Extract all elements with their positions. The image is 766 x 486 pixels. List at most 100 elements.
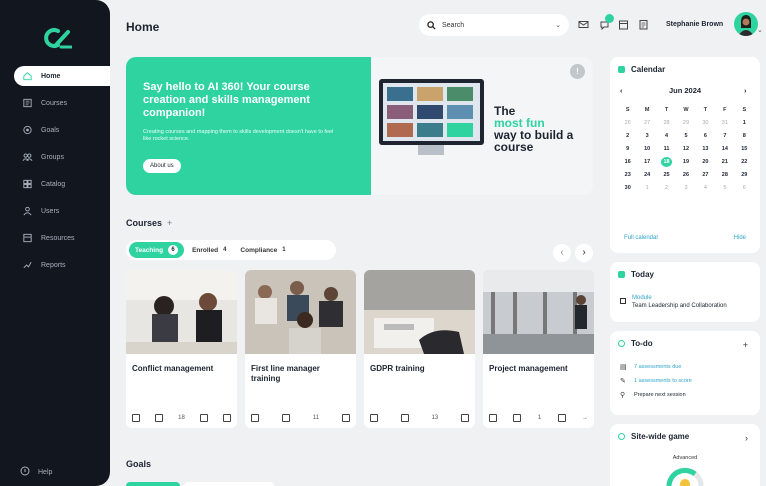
calendar-title: Calendar [618, 65, 665, 74]
card-stat-icon [132, 414, 140, 422]
monitor-illustration [379, 79, 484, 145]
clipboard-icon[interactable] [638, 19, 649, 30]
game-chevron-icon[interactable]: › [745, 433, 748, 443]
calendar-day[interactable]: 1 [637, 183, 656, 193]
goals-tab[interactable] [184, 482, 274, 486]
calendar-day[interactable]: 28 [657, 118, 676, 128]
mail-icon[interactable] [578, 19, 589, 30]
calendar-day-today[interactable]: 18 [661, 157, 673, 167]
calendar-day[interactable]: 19 [676, 157, 695, 167]
full-calendar-link[interactable]: Full calendar [624, 235, 658, 241]
calendar-day[interactable]: 6 [696, 131, 715, 141]
calendar-day[interactable]: 2 [657, 183, 676, 193]
sidebar-item-groups[interactable]: Groups [14, 147, 110, 167]
calendar-day[interactable]: 2 [618, 131, 637, 141]
calendar-day[interactable]: 27 [637, 118, 656, 128]
hero-info-button[interactable]: ! [570, 64, 585, 79]
calendar-day[interactable]: 10 [637, 144, 656, 154]
calendar-day[interactable]: 8 [735, 131, 754, 141]
calendar-day[interactable]: 26 [676, 170, 695, 180]
calendar-day[interactable]: 11 [657, 144, 676, 154]
user-name[interactable]: Stephanie Brown [666, 21, 723, 28]
calendar-day[interactable]: 28 [715, 170, 734, 180]
calendar-day[interactable]: 24 [637, 170, 656, 180]
hide-calendar-link[interactable]: Hide [734, 235, 746, 241]
calendar-day[interactable]: 30 [618, 183, 637, 193]
add-todo-button[interactable]: + [743, 340, 748, 350]
calendar-day[interactable]: 29 [735, 170, 754, 180]
calendar-day[interactable]: 31 [715, 118, 734, 128]
prev-arrow-button[interactable]: ‹ [553, 244, 571, 262]
calendar-day[interactable]: 14 [715, 144, 734, 154]
calendar-icon[interactable] [618, 19, 629, 30]
help-label: Help [38, 468, 53, 476]
tab-enrolled[interactable]: Enrolled 4 [186, 242, 232, 258]
calendar-grid: S M T W T F S 26 27 28 29 30 31 1 2 3 4 5 6 7 8 9 10 11 12 13 14 15… [618, 105, 754, 193]
calendar-next-icon[interactable]: › [744, 86, 747, 95]
calendar-day[interactable]: 30 [696, 118, 715, 128]
calendar-day[interactable]: 27 [696, 170, 715, 180]
calendar-day[interactable]: 12 [676, 144, 695, 154]
sidebar-item-home[interactable]: Home [14, 66, 110, 86]
add-course-button[interactable]: + [167, 218, 172, 228]
avatar[interactable] [734, 12, 758, 36]
sidebar-item-goals[interactable]: Goals [14, 120, 110, 140]
calendar-day[interactable]: 15 [735, 144, 754, 154]
sidebar-item-courses[interactable]: Courses [14, 93, 110, 113]
calendar-day[interactable]: 25 [657, 170, 676, 180]
card-stat[interactable]: → [582, 415, 588, 421]
sidebar-item-reports[interactable]: Reports [14, 255, 110, 275]
card-stat-icon [557, 414, 566, 422]
calendar-day[interactable]: 29 [676, 118, 695, 128]
calendar-day[interactable]: 3 [637, 131, 656, 141]
sidebar-item-users[interactable]: Users [14, 201, 110, 221]
calendar-day[interactable]: 6 [735, 183, 754, 193]
calendar-day[interactable]: 23 [618, 170, 637, 180]
calendar-day[interactable]: 3 [676, 183, 695, 193]
sidebar-item-catalog[interactable]: Catalog [14, 174, 110, 194]
groups-icon [22, 152, 33, 163]
course-card[interactable]: First line manager training 11 [245, 270, 356, 428]
calendar-day[interactable]: 1 [735, 118, 754, 128]
next-arrow-button[interactable]: › [575, 244, 593, 262]
calendar-day[interactable]: 4 [696, 183, 715, 193]
chevron-down-icon[interactable]: ⌄ [555, 21, 561, 29]
course-card[interactable]: GDPR training 13 [364, 270, 475, 428]
todo-item[interactable]: ⚲ Prepare next session [620, 391, 692, 399]
calendar-day[interactable]: 7 [715, 131, 734, 141]
course-card[interactable]: Conflict management 18 [126, 270, 237, 428]
calendar-day[interactable]: 5 [676, 131, 695, 141]
calendar-day[interactable]: 13 [696, 144, 715, 154]
calendar-day[interactable]: 21 [715, 157, 734, 167]
todo-item-icon: ⚲ [620, 392, 626, 399]
search-input[interactable]: Search ⌄ [419, 14, 569, 36]
calendar-day[interactable]: 4 [657, 131, 676, 141]
calendar-day[interactable]: 20 [696, 157, 715, 167]
goals-tab-active[interactable] [126, 482, 180, 486]
help-link[interactable]: Help [20, 466, 52, 478]
calendar-day[interactable]: 5 [715, 183, 734, 193]
calendar-month: Jun 2024 [668, 86, 702, 95]
calendar-day[interactable]: 17 [637, 157, 656, 167]
sidebar-item-resources[interactable]: Resources [14, 228, 110, 248]
sidebar: Home Courses Goals Groups Catalog Users Resour… [0, 0, 110, 486]
course-title: GDPR training [370, 364, 425, 373]
page-title: Home [126, 20, 160, 34]
calendar-day[interactable]: 26 [618, 118, 637, 128]
course-card[interactable]: Project management 1 → [483, 270, 594, 428]
brand-logo[interactable] [44, 26, 72, 50]
calendar-day[interactable]: 16 [618, 157, 637, 167]
todo-item[interactable]: ✎ 1 assessments to score [620, 377, 692, 385]
about-us-button[interactable]: About us [143, 159, 181, 173]
today-item[interactable]: Module Team Leadership and Collaboration [620, 294, 727, 310]
game-title-text: Site-wide game [631, 432, 690, 441]
sidebar-nav: Home Courses Goals Groups Catalog Users Resour… [0, 66, 110, 282]
calendar-day[interactable]: 22 [735, 157, 754, 167]
tab-teaching[interactable]: Teaching 6 [129, 242, 185, 258]
avatar-chevron-icon[interactable]: ⌄ [757, 26, 763, 34]
todo-item[interactable]: ▤ 7 assessments due [620, 363, 692, 371]
tab-count: 1 [282, 247, 286, 253]
course-image [245, 270, 356, 354]
calendar-day[interactable]: 9 [618, 144, 637, 154]
tab-compliance[interactable]: Compliance 1 [234, 242, 291, 258]
